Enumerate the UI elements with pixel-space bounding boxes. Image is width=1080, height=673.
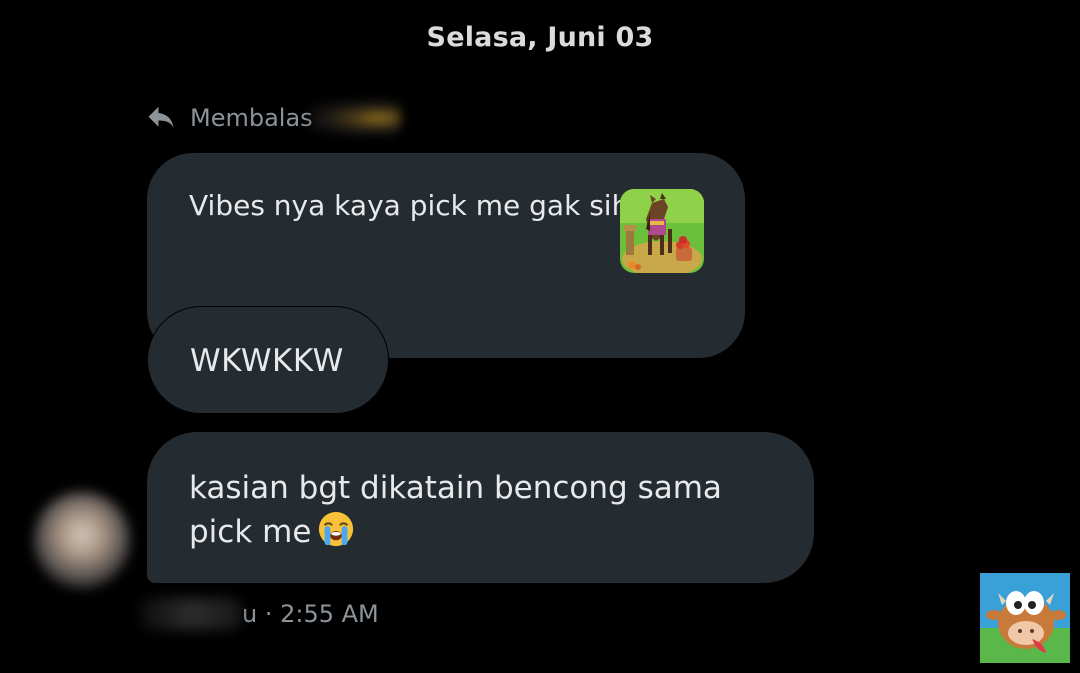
reply-indicator[interactable]: Membalas bbox=[146, 98, 401, 138]
message-timestamp: 2:55 AM bbox=[280, 600, 379, 628]
redacted-sender-name bbox=[140, 598, 242, 630]
date-header: Selasa, Juni 03 bbox=[426, 22, 654, 53]
sticker-image[interactable] bbox=[620, 189, 704, 273]
message-bubble[interactable]: kasian bgt dikatain bencong sama pick me bbox=[147, 432, 814, 583]
loudly-crying-face-icon bbox=[319, 511, 354, 547]
dm-conversation: Selasa, Juni 03 Membalas Vibes nya kaya … bbox=[0, 0, 1080, 673]
message-bubble[interactable]: WKWKKW bbox=[147, 306, 389, 414]
cow-mascot-watermark bbox=[980, 573, 1070, 663]
message-text: WKWKKW bbox=[190, 343, 344, 379]
message-text: kasian bgt dikatain bencong sama pick me bbox=[189, 466, 789, 554]
message-text: Vibes nya kaya pick me gak sih bbox=[189, 189, 630, 222]
meta-separator: · bbox=[257, 600, 281, 628]
message-text-content: kasian bgt dikatain bencong sama pick me bbox=[189, 470, 722, 550]
sender-name-tail: u bbox=[242, 600, 258, 628]
sender-avatar[interactable] bbox=[34, 492, 130, 588]
message-meta: u · 2:55 AM bbox=[140, 596, 379, 632]
redacted-username bbox=[308, 101, 401, 135]
reply-label: Membalas bbox=[190, 104, 313, 132]
reply-arrow-icon bbox=[148, 106, 174, 128]
